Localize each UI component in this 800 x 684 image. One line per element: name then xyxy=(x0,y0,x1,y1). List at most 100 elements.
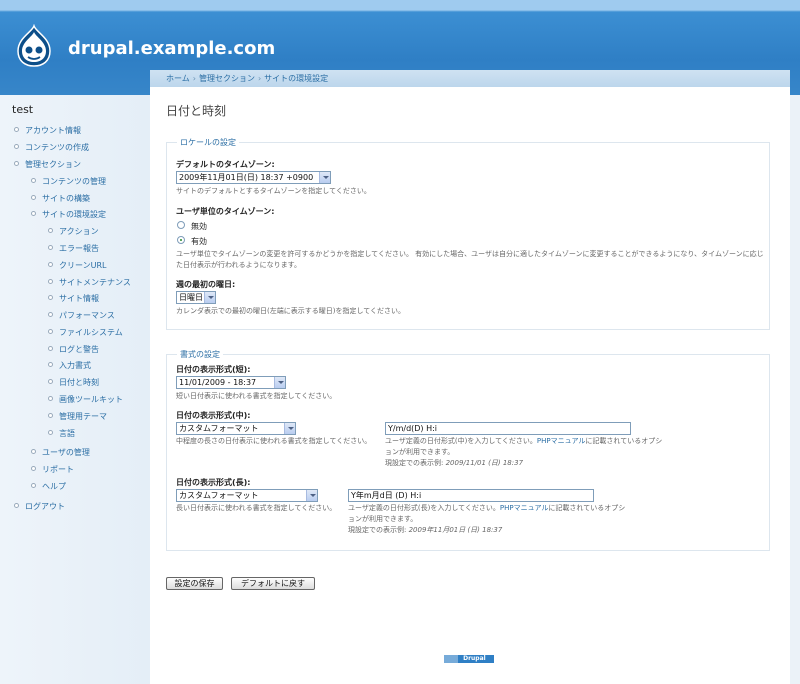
bullet-icon xyxy=(31,195,36,200)
bullet-icon xyxy=(14,127,19,132)
short-format-description: 短い日付表示に使われる書式を指定してください。 xyxy=(176,392,337,400)
long-custom-description: ユーザ定義の日付形式(長)を入力してください。PHPマニュアルに記載されているオ… xyxy=(348,504,626,534)
bullet-icon xyxy=(48,295,53,300)
first-day-select[interactable]: 日曜日 xyxy=(176,291,216,304)
bullet-icon xyxy=(48,430,53,435)
medium-example: 2009/11/01 (日) 18:37 xyxy=(445,459,524,467)
bullet-icon xyxy=(31,178,36,183)
nav-logging[interactable]: ログと警告 xyxy=(48,344,99,355)
short-format-label: 日付の表示形式(短): xyxy=(176,365,251,374)
nav-site-build[interactable]: サイトの構築 xyxy=(31,193,90,204)
bullet-icon xyxy=(48,346,53,351)
save-button[interactable]: 設定の保存 xyxy=(166,577,223,590)
nav-content-manage[interactable]: コンテンツの管理 xyxy=(31,176,106,187)
formats-legend[interactable]: 書式の設定 xyxy=(177,349,223,360)
php-manual-link[interactable]: PHPマニュアル xyxy=(500,504,549,512)
timezone-select[interactable]: 2009年11月01日(日) 18:37 +0900 xyxy=(176,171,331,184)
php-manual-link[interactable]: PHPマニュアル xyxy=(537,437,586,445)
radio-enabled[interactable] xyxy=(177,236,185,244)
long-format-description: 長い日付表示に使われる書式を指定してください。 xyxy=(176,504,337,512)
bullet-icon xyxy=(31,466,36,471)
sidebar: test アカウント情報 コンテンツの作成 管理セクション コンテンツの管理 サ… xyxy=(0,95,150,684)
page-title: 日付と時刻 xyxy=(166,104,227,118)
chevron-down-icon xyxy=(274,377,285,388)
nav-maintenance[interactable]: サイトメンテナンス xyxy=(48,277,131,288)
bullet-icon xyxy=(48,279,53,284)
timezone-label: デフォルトのタイムゾーン: xyxy=(176,160,275,169)
nav-date-time[interactable]: 日付と時刻 xyxy=(48,377,99,388)
nav-reports[interactable]: リポート xyxy=(31,464,74,475)
drupal-drop-icon xyxy=(444,655,458,663)
breadcrumb-separator: › xyxy=(192,74,196,83)
user-timezone-label: ユーザ単位のタイムゾーン: xyxy=(176,207,275,216)
breadcrumb-separator: › xyxy=(257,74,262,83)
medium-format-select[interactable]: カスタムフォーマット xyxy=(176,422,296,435)
nav-file-system[interactable]: ファイルシステム xyxy=(48,327,123,338)
nav-language[interactable]: 言語 xyxy=(48,428,75,439)
chevron-down-icon xyxy=(306,490,317,501)
site-name[interactable]: drupal.example.com xyxy=(68,38,275,59)
reset-defaults-button[interactable]: デフォルトに戻す xyxy=(231,577,315,590)
user-name: test xyxy=(12,103,34,116)
breadcrumb: ホーム › 管理セクション › サイトの環境設定 xyxy=(150,70,790,87)
locale-fieldset: ロケールの設定 デフォルトのタイムゾーン: 2009年11月01日(日) 18:… xyxy=(166,137,770,330)
bullet-icon xyxy=(48,329,53,334)
chevron-down-icon xyxy=(204,292,215,303)
radio-disabled[interactable] xyxy=(177,221,185,229)
bullet-icon xyxy=(48,228,53,233)
bullet-icon xyxy=(48,262,53,267)
bullet-icon xyxy=(14,144,19,149)
nav-error-reports[interactable]: エラー報告 xyxy=(48,243,99,254)
user-timezone-description: ユーザ単位でタイムゾーンの変更を許可するかどうかを指定してください。 有効にした… xyxy=(176,250,764,269)
breadcrumb-site-config[interactable]: サイトの環境設定 xyxy=(264,74,328,83)
nav-user-manage[interactable]: ユーザの管理 xyxy=(31,447,90,458)
nav-input-formats[interactable]: 入力書式 xyxy=(48,360,91,371)
medium-format-description: 中程度の長さの日付表示に使われる書式を指定してください。 xyxy=(176,437,372,445)
bullet-icon xyxy=(48,413,53,418)
nav-create-content[interactable]: コンテンツの作成 xyxy=(14,142,89,153)
radio-disabled-label: 無効 xyxy=(191,222,207,231)
bullet-icon xyxy=(48,362,53,367)
bullet-icon xyxy=(31,449,36,454)
bullet-icon xyxy=(14,503,19,508)
nav-admin[interactable]: 管理セクション xyxy=(14,159,81,170)
long-custom-input[interactable]: Y年m月d日 (D) H:i xyxy=(348,489,594,502)
chevron-down-icon xyxy=(284,423,295,434)
locale-legend[interactable]: ロケールの設定 xyxy=(177,137,239,148)
medium-format-label: 日付の表示形式(中): xyxy=(176,411,251,420)
formats-fieldset: 書式の設定 日付の表示形式(短): 11/01/2009 - 18:37 短い日… xyxy=(166,349,770,551)
medium-custom-description: ユーザ定義の日付形式(中)を入力してください。PHPマニュアルに記載されているオ… xyxy=(385,437,663,467)
nav-site-info[interactable]: サイト情報 xyxy=(48,293,99,304)
radio-enabled-label: 有効 xyxy=(191,237,207,246)
nav-logout[interactable]: ログアウト xyxy=(14,501,65,512)
long-format-label: 日付の表示形式(長): xyxy=(176,478,251,487)
nav-help[interactable]: ヘルプ xyxy=(31,481,66,492)
bullet-icon xyxy=(48,312,53,317)
nav-clean-url[interactable]: クリーンURL xyxy=(48,260,106,271)
timezone-description: サイトのデフォルトとするタイムゾーンを指定してください。 xyxy=(176,187,371,195)
long-format-select[interactable]: カスタムフォーマット xyxy=(176,489,318,502)
nav-actions[interactable]: アクション xyxy=(48,226,99,237)
bullet-icon xyxy=(48,245,53,250)
short-format-select[interactable]: 11/01/2009 - 18:37 xyxy=(176,376,286,389)
nav-site-config[interactable]: サイトの環境設定 xyxy=(31,209,106,220)
medium-custom-input[interactable]: Y/m/d(D) H:i xyxy=(385,422,631,435)
main-content: ホーム › 管理セクション › サイトの環境設定 日付と時刻 ロケールの設定 デフォルト… xyxy=(150,70,790,684)
bullet-icon xyxy=(14,161,19,166)
bullet-icon xyxy=(48,396,53,401)
nav-performance[interactable]: パフォーマンス xyxy=(48,310,115,321)
bullet-icon xyxy=(31,483,36,488)
nav-admin-theme[interactable]: 管理用テーマ xyxy=(48,411,107,422)
nav-image-toolkit[interactable]: 画像ツールキット xyxy=(48,394,123,405)
chevron-down-icon xyxy=(319,172,330,183)
powered-by-drupal-badge[interactable]: Drupal xyxy=(444,655,494,663)
breadcrumb-admin[interactable]: 管理セクション xyxy=(199,74,255,83)
first-day-description: カレンダ表示での最初の曜日(左端に表示する曜日)を指定してください。 xyxy=(176,307,406,315)
nav-account[interactable]: アカウント情報 xyxy=(14,125,81,136)
bullet-icon xyxy=(31,211,36,216)
bullet-icon xyxy=(48,379,53,384)
breadcrumb-home[interactable]: ホーム xyxy=(166,74,190,83)
drupal-logo-icon[interactable] xyxy=(14,24,54,68)
long-example: 2009年11月01日 (日) 18:37 xyxy=(408,526,503,534)
first-day-label: 週の最初の曜日: xyxy=(176,280,236,289)
